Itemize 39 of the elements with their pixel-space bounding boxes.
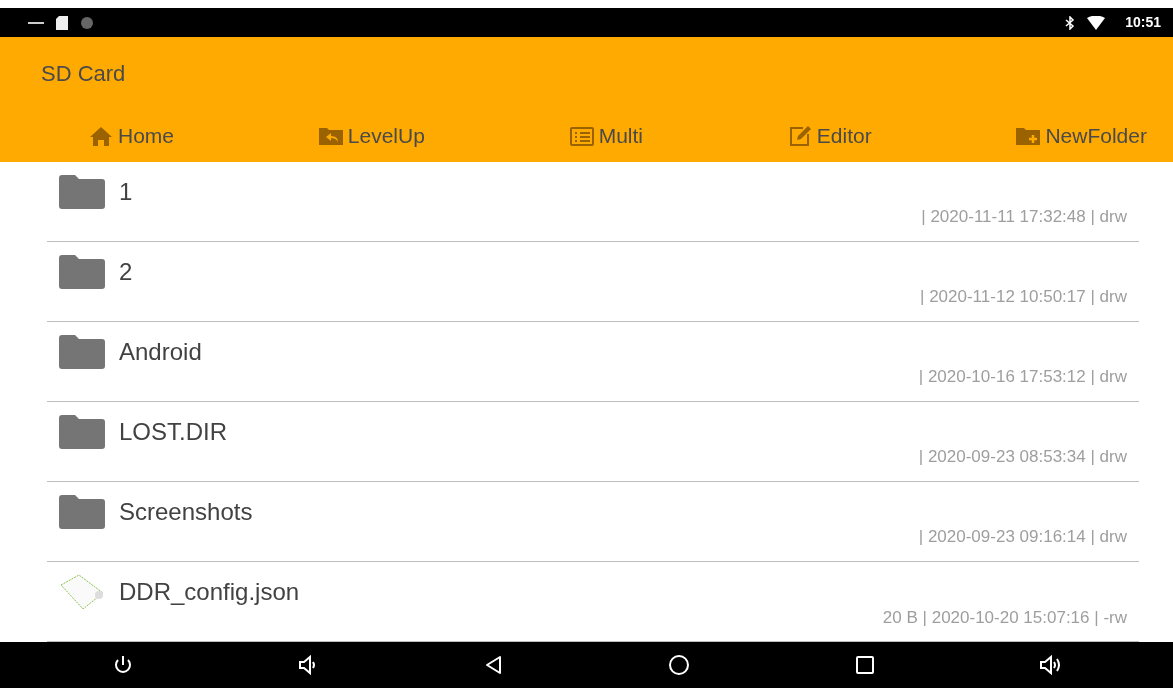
file-name: 1 <box>119 176 133 207</box>
toolbar-button[interactable]: Multi <box>568 119 643 152</box>
toolbar-button[interactable]: Editor <box>786 119 872 152</box>
wifi-icon <box>1087 15 1106 30</box>
file-details: | 2020-09-23 09:16:14 | drw <box>918 525 1127 548</box>
file-row[interactable]: Screenshots | 2020-09-23 09:16:14 | drw <box>47 482 1139 562</box>
speaker-loud-icon[interactable] <box>1039 654 1062 676</box>
file-name: LOST.DIR <box>119 416 228 447</box>
toolbar-button[interactable]: LevelUp <box>317 119 425 152</box>
home-circle-icon[interactable] <box>668 654 691 676</box>
file-row[interactable]: LOST.DIR | 2020-09-23 08:53:34 | drw <box>47 402 1139 482</box>
toolbar-button[interactable]: NewFolder <box>1015 119 1147 152</box>
file-details: | 2020-11-12 10:50:17 | drw <box>920 285 1127 308</box>
checklist-icon <box>568 124 595 147</box>
file-row[interactable]: Android | 2020-10-16 17:53:12 | drw <box>47 322 1139 402</box>
file-name: Screenshots <box>119 496 253 527</box>
folder-icon <box>59 174 105 209</box>
folder-icon <box>59 334 105 369</box>
file-details: | 2020-11-11 17:32:48 | drw <box>921 205 1127 228</box>
folder-icon <box>59 494 105 529</box>
file-name: Android <box>119 336 202 367</box>
file-details: 20 B | 2020-10-20 15:07:16 | -rw <box>882 606 1127 629</box>
document-icon <box>59 572 105 611</box>
folder-icon <box>59 254 105 289</box>
folder-icon <box>59 414 105 449</box>
file-details: | 2020-10-16 17:53:12 | drw <box>918 365 1127 388</box>
header-title: SD Card <box>41 59 126 88</box>
file-details: | 2020-09-23 08:53:34 | drw <box>918 445 1127 468</box>
file-row[interactable]: 2 | 2020-11-12 10:50:17 | drw <box>47 242 1139 322</box>
home-icon <box>88 124 114 147</box>
toolbar-button[interactable]: Home <box>88 119 175 152</box>
file-name: 2 <box>119 256 133 287</box>
sd-card-icon <box>56 15 68 30</box>
clock-time: 10:51 <box>1125 13 1161 32</box>
file-name: DDR_config.json <box>119 576 300 607</box>
bluetooth-icon <box>1065 15 1076 30</box>
circle-icon <box>80 15 94 30</box>
file-row[interactable]: 1 | 2020-11-11 17:32:48 | drw <box>47 162 1139 242</box>
recent-apps-icon[interactable] <box>853 654 876 676</box>
